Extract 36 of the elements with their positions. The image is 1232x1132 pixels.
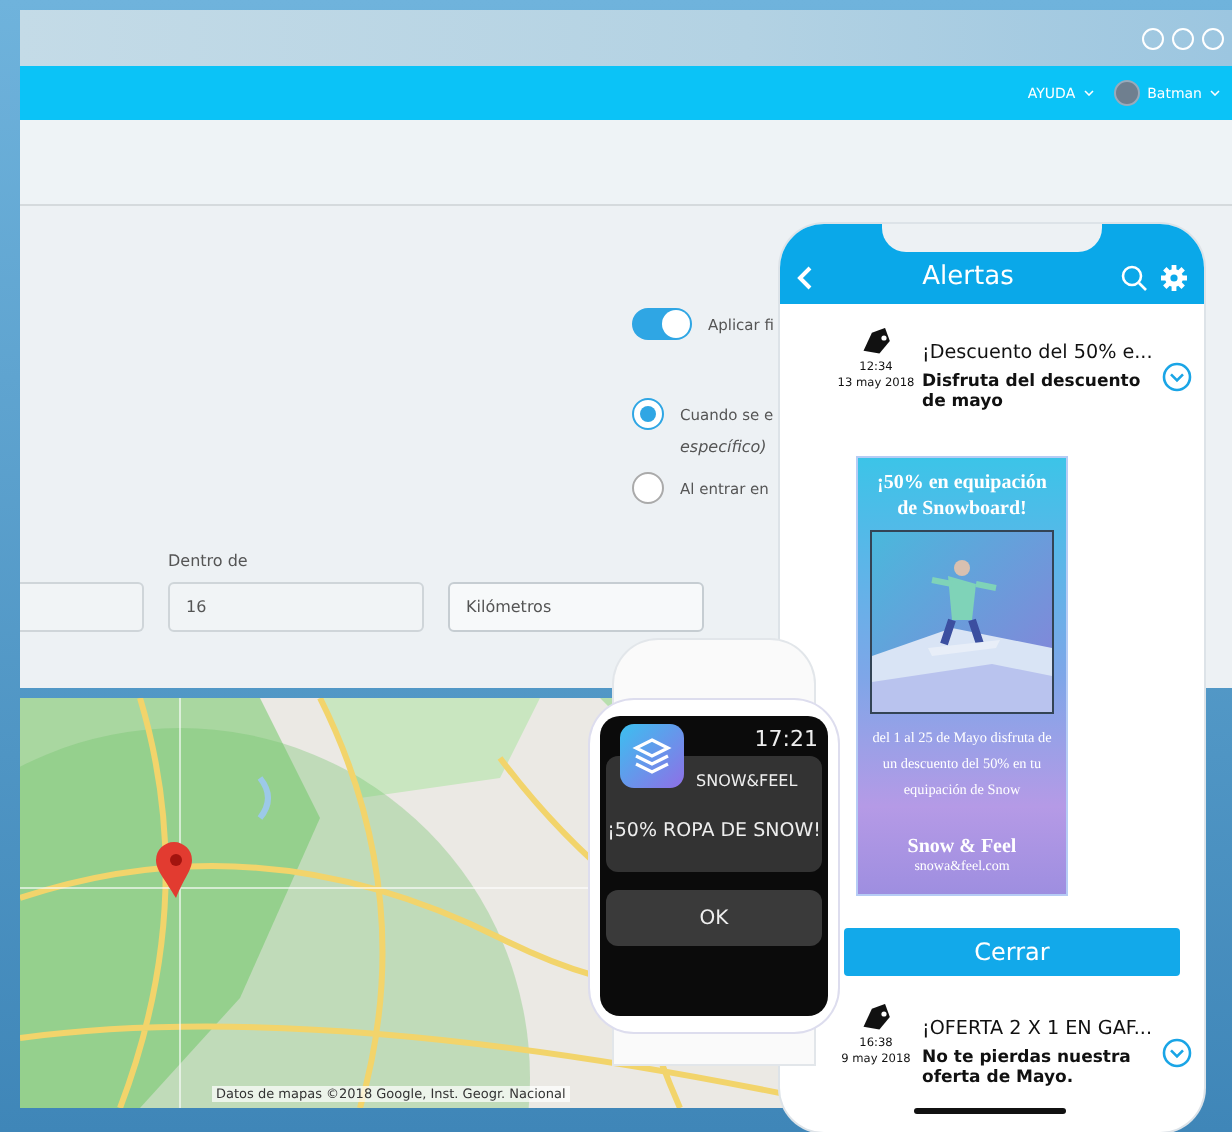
alert-title: ¡OFERTA 2 X 1 EN GAF... bbox=[922, 1016, 1153, 1042]
chevron-down-icon bbox=[1162, 361, 1192, 391]
toggle-switch[interactable] bbox=[632, 308, 692, 340]
field-label: Dentro de bbox=[168, 552, 250, 570]
avatar bbox=[1113, 80, 1140, 106]
stack-icon bbox=[632, 736, 672, 776]
caret-icon bbox=[1210, 90, 1220, 96]
select-field[interactable]: Kilómetros bbox=[448, 582, 704, 632]
search-button[interactable] bbox=[1120, 264, 1148, 292]
tag-icon bbox=[860, 1004, 892, 1032]
window-control[interactable] bbox=[1142, 27, 1164, 49]
radio-button[interactable] bbox=[632, 472, 664, 504]
input-field[interactable]: 16 bbox=[168, 582, 424, 632]
back-icon bbox=[796, 264, 816, 292]
window-control[interactable] bbox=[1172, 27, 1194, 49]
notification-text: ¡50% ROPA DE SNOW! bbox=[606, 820, 822, 842]
watch-time: 17:21 bbox=[754, 726, 818, 752]
chevron-down-icon bbox=[1162, 1037, 1192, 1067]
promo-heading: ¡50% en equipación de Snowboard! bbox=[874, 470, 1049, 524]
input-field[interactable] bbox=[20, 582, 144, 632]
alert-title: ¡Descuento del 50% e... bbox=[922, 340, 1153, 366]
app-name: SNOW&FEEL bbox=[696, 772, 798, 790]
back-button[interactable] bbox=[796, 264, 816, 292]
alert-text: Disfruta del descuento de mayo bbox=[922, 372, 1143, 412]
ok-button[interactable]: OK bbox=[606, 890, 822, 946]
tag-icon bbox=[860, 328, 892, 356]
window-control[interactable] bbox=[1202, 27, 1224, 49]
settings-icon bbox=[1160, 264, 1188, 292]
radio-note: específico) bbox=[680, 438, 769, 456]
alert-text: No te pierdas nuestra oferta de Mayo. bbox=[922, 1048, 1133, 1088]
screen-title: Alertas bbox=[920, 262, 1016, 292]
settings-button[interactable] bbox=[1160, 264, 1188, 292]
caret-icon bbox=[1083, 90, 1094, 96]
search-icon bbox=[1120, 264, 1148, 292]
radio-button[interactable] bbox=[632, 398, 664, 430]
promo-brand: Snow & Feel bbox=[905, 836, 1019, 858]
